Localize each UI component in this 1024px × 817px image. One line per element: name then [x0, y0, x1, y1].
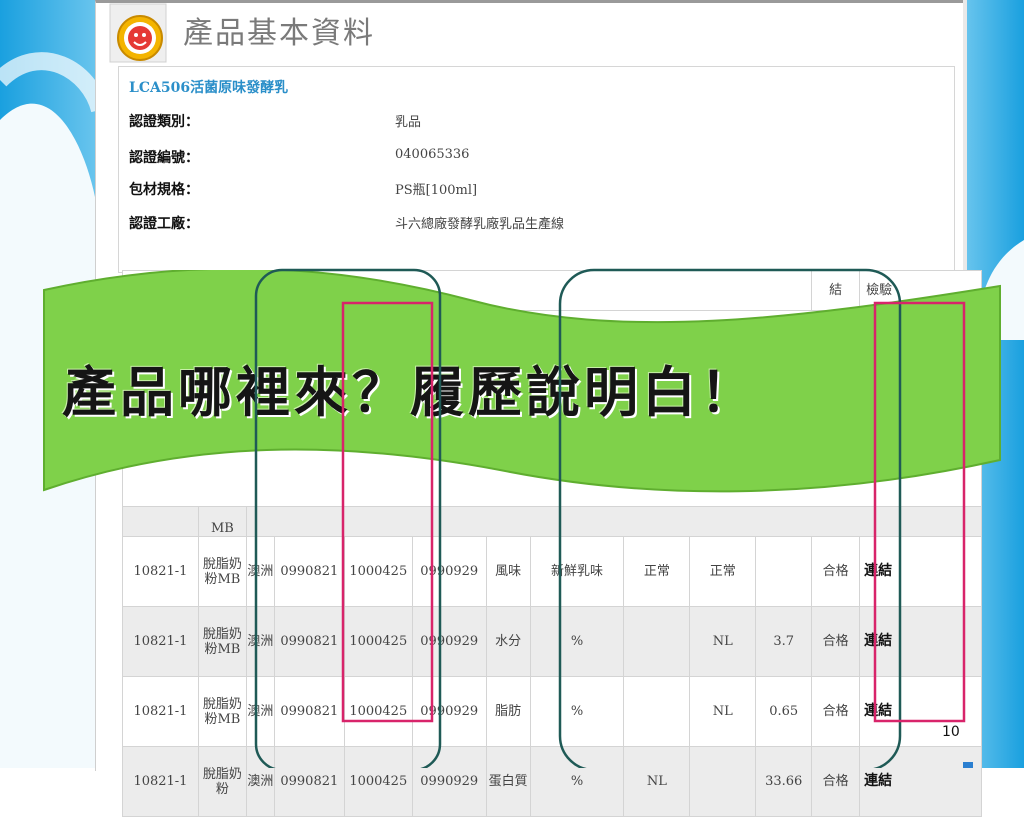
check-cell: NL [689, 676, 757, 747]
info-value: 040065336 [395, 147, 470, 162]
item-cell: MB [197, 506, 247, 537]
date-cell: 1000425 [343, 606, 413, 677]
table-row: 10821-1 脫脂奶粉MB 澳洲 0990821 1000425 099092… [122, 606, 982, 677]
item-cell: 脫脂奶粉MB [197, 606, 247, 677]
check-cell: 正常 [689, 536, 757, 607]
date-cell: 0990821 [273, 606, 345, 677]
info-value: 乳品 [395, 115, 422, 130]
date-cell: 1000425 [343, 676, 413, 747]
info-value: PS瓶[100ml] [395, 183, 478, 198]
table-row: 10821-1 脫脂奶粉MB 澳洲 0990821 1000425 099092… [122, 676, 982, 747]
table-row-partial: MB [122, 506, 983, 537]
item-cell: 脫脂奶粉 [197, 746, 247, 817]
check-cell [623, 676, 691, 747]
test-item-cell: 蛋白質 [485, 746, 531, 817]
batch-cell: 10821-1 [122, 606, 199, 677]
info-row-category: 認證類別： 乳品 [129, 111, 929, 135]
item-cell: 脫脂奶粉MB [197, 676, 247, 747]
batch-cell: 10821-1 [122, 676, 199, 747]
standard-cell: % [529, 606, 625, 677]
batch-cell: 10821-1 [122, 536, 199, 607]
table-row: 10821-1 脫脂奶粉MB 澳洲 0990821 1000425 099092… [122, 536, 982, 607]
info-row-cert-number: 認證編號： 040065336 [129, 147, 929, 171]
report-link[interactable]: 連結 [859, 606, 982, 677]
date-cell: 0990929 [411, 746, 487, 817]
table-row: 10821-1 脫脂奶粉 澳洲 0990821 1000425 0990929 … [122, 746, 982, 817]
test-item-cell: 風味 [485, 536, 531, 607]
info-row-packaging: 包材規格： PS瓶[100ml] [129, 179, 929, 203]
result-cell: 合格 [811, 746, 861, 817]
info-label: 認證類別： [129, 114, 199, 130]
report-link[interactable]: 連結 [859, 536, 982, 607]
origin-cell: 澳洲 [245, 606, 275, 677]
date-cell: 0990821 [273, 536, 345, 607]
info-row-factory: 認證工廠： 斗六總廠發酵乳廠乳品生產線 [129, 213, 929, 237]
value-cell: 3.7 [755, 606, 813, 677]
result-cell: 合格 [811, 676, 861, 747]
check-cell: NL [689, 606, 757, 677]
standard-cell: 新鮮乳味 [529, 536, 625, 607]
check-cell [623, 606, 691, 677]
page-title: 產品基本資料 [183, 16, 375, 51]
date-cell: 1000425 [343, 536, 413, 607]
result-cell: 合格 [811, 606, 861, 677]
date-cell: 0990929 [411, 536, 487, 607]
report-link[interactable]: 連結 [859, 676, 982, 747]
standard-cell: % [529, 746, 625, 817]
value-cell: 0.65 [755, 676, 813, 747]
standard-cell: % [529, 676, 625, 747]
date-cell: 0990821 [273, 746, 345, 817]
product-name-link[interactable]: LCA506活菌原味發酵乳 [129, 77, 288, 97]
date-cell: 0990929 [411, 606, 487, 677]
origin-cell: 澳洲 [245, 746, 275, 817]
slide-number: 10 [942, 724, 960, 740]
value-cell [755, 536, 813, 607]
info-label: 認證編號： [129, 150, 199, 166]
item-cell: 脫脂奶粉MB [197, 536, 247, 607]
info-value: 斗六總廠發酵乳廠乳品生產線 [395, 217, 565, 232]
date-cell: 0990821 [273, 676, 345, 747]
slogan-text: 產品哪裡來？履歷說明白！ [62, 361, 758, 424]
check-cell: NL [623, 746, 691, 817]
corner-decoration [963, 762, 973, 768]
test-item-cell: 脂肪 [485, 676, 531, 747]
result-cell: 合格 [811, 536, 861, 607]
check-cell [689, 746, 757, 817]
check-cell: 正常 [623, 536, 691, 607]
test-item-cell: 水分 [485, 606, 531, 677]
product-info-panel: LCA506活菌原味發酵乳 認證類別： 乳品 認證編號： 040065336 包… [118, 66, 955, 273]
value-cell: 33.66 [755, 746, 813, 817]
logo-icon [109, 3, 167, 63]
date-cell: 0990929 [411, 676, 487, 747]
info-label: 認證工廠： [129, 216, 199, 232]
origin-cell: 澳洲 [245, 536, 275, 607]
date-cell: 1000425 [343, 746, 413, 817]
report-link[interactable]: 連結 [859, 746, 982, 817]
origin-cell: 澳洲 [245, 676, 275, 747]
batch-cell: 10821-1 [122, 746, 199, 817]
info-label: 包材規格： [129, 182, 199, 198]
